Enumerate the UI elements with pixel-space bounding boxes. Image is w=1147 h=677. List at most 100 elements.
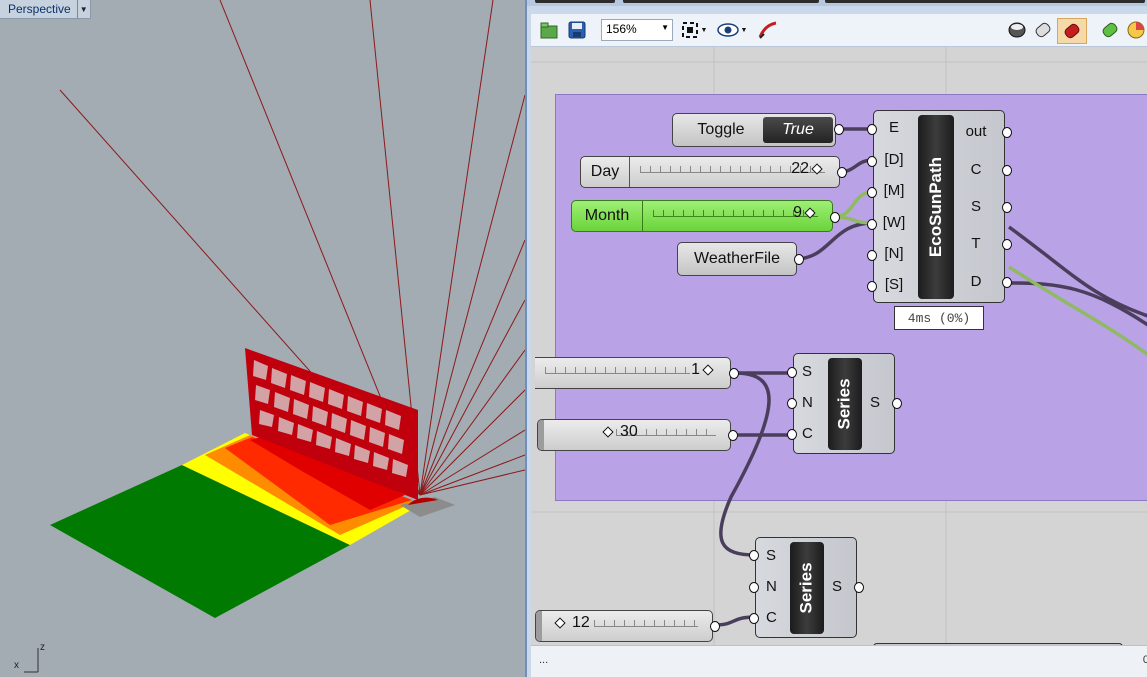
slider-thirty-value: 30 xyxy=(620,423,638,440)
preview-eye-icon[interactable]: ▼ xyxy=(715,18,749,42)
month-slider-label: Month xyxy=(572,201,643,231)
n-input-grip[interactable] xyxy=(867,250,877,261)
series-bottom-input-n[interactable]: N xyxy=(766,578,777,595)
preview-selected-icon[interactable] xyxy=(1057,18,1087,44)
axis-x-label: x xyxy=(14,660,19,671)
month-slider-value: 9 xyxy=(793,204,802,221)
series-bottom-s-grip[interactable] xyxy=(749,550,759,561)
slider-one-output-grip[interactable] xyxy=(729,368,739,379)
slider-thirty-output-grip[interactable] xyxy=(728,430,738,441)
input-pin-m[interactable]: [M] xyxy=(874,182,914,199)
d-input-grip[interactable] xyxy=(867,156,877,167)
s-output-grip[interactable] xyxy=(1002,202,1012,213)
series-component-bottom[interactable]: Series S N C S xyxy=(755,537,857,638)
chevron-down-icon[interactable]: ▼ xyxy=(76,0,90,18)
series-bottom-n-grip[interactable] xyxy=(749,582,759,593)
profiler-timing: 4ms (0%) xyxy=(894,306,984,330)
viewport-scene: z x xyxy=(14,0,525,673)
gh-statusbar: ... 0 xyxy=(531,645,1147,677)
day-output-grip[interactable] xyxy=(837,167,847,178)
rhino-viewport[interactable]: z x Perspective ▼ xyxy=(0,0,525,677)
number-slider-one[interactable]: 1 xyxy=(535,357,731,389)
weatherfile-label: WeatherFile xyxy=(694,250,780,267)
zoom-extents-icon[interactable]: ▼ xyxy=(679,18,709,42)
input-pin-n[interactable]: [N] xyxy=(874,245,914,262)
save-file-icon[interactable] xyxy=(565,18,589,42)
e-input-grip[interactable] xyxy=(867,124,877,135)
w-input-grip[interactable] xyxy=(867,219,877,230)
axis-z-label: z xyxy=(40,642,45,653)
series-top-out-grip[interactable] xyxy=(892,398,902,409)
series-top-n-grip[interactable] xyxy=(787,398,797,409)
output-pin-s[interactable]: S xyxy=(960,198,992,215)
slider-one-track[interactable]: 1 xyxy=(535,358,730,388)
input-pin-w[interactable]: [W] xyxy=(874,214,914,231)
day-slider-track[interactable]: 22 xyxy=(630,157,839,187)
d-output-grip[interactable] xyxy=(1002,277,1012,288)
month-output-grip[interactable] xyxy=(830,212,840,223)
slider-handle-icon[interactable] xyxy=(702,364,714,376)
input-pin-d[interactable]: [D] xyxy=(874,151,914,168)
series-top-s-grip[interactable] xyxy=(787,367,797,378)
zoom-value: 156% xyxy=(606,22,637,36)
series-top-input-s[interactable]: S xyxy=(802,363,812,380)
number-slider-thirty[interactable]: 30 xyxy=(537,419,731,451)
series-bottom-out-grip[interactable] xyxy=(854,582,864,593)
weatherfile-output-grip[interactable] xyxy=(794,254,804,265)
preview-wire-icon[interactable] xyxy=(1005,18,1029,42)
output-pin-t[interactable]: T xyxy=(960,235,992,252)
output-pin-c[interactable]: C xyxy=(960,161,992,178)
series-bottom-input-s[interactable]: S xyxy=(766,547,776,564)
series-top-input-c[interactable]: C xyxy=(802,425,813,442)
bake-icon[interactable] xyxy=(1097,18,1123,42)
output-pin-out[interactable]: out xyxy=(960,123,992,140)
series-bottom-c-grip[interactable] xyxy=(749,613,759,624)
series-bottom-input-c[interactable]: C xyxy=(766,609,777,626)
c-output-grip[interactable] xyxy=(1002,165,1012,176)
month-slider[interactable]: Month 9 xyxy=(571,200,833,232)
series-top-input-n[interactable]: N xyxy=(802,394,813,411)
slider-handle-icon[interactable] xyxy=(554,617,566,629)
slider-handle-icon[interactable] xyxy=(602,426,614,438)
month-slider-track[interactable]: 9 xyxy=(643,201,832,231)
sketch-icon[interactable] xyxy=(755,18,781,42)
series-component-top[interactable]: Series S N C S xyxy=(793,353,895,454)
series-bottom-output-s[interactable]: S xyxy=(832,578,842,595)
day-slider[interactable]: Day 22 xyxy=(580,156,840,188)
status-right-text: 0 xyxy=(1143,654,1147,666)
output-pin-d[interactable]: D xyxy=(960,273,992,290)
weatherfile-param[interactable]: WeatherFile xyxy=(677,242,797,276)
zoom-dropdown[interactable]: 156% ▼ xyxy=(601,19,673,41)
open-file-icon[interactable] xyxy=(537,18,561,42)
viewport-title[interactable]: Perspective xyxy=(0,0,77,18)
m-input-grip[interactable] xyxy=(867,187,877,198)
number-slider-twelve[interactable]: 12 xyxy=(535,610,713,642)
input-pin-e[interactable]: E xyxy=(874,119,914,136)
s-input-grip[interactable] xyxy=(867,281,877,292)
settings-icon[interactable] xyxy=(1125,18,1147,42)
slider-twelve-output-grip[interactable] xyxy=(710,621,720,632)
series-top-core[interactable]: Series xyxy=(828,358,862,450)
preview-shaded-icon[interactable] xyxy=(1031,18,1055,42)
series-top-c-grip[interactable] xyxy=(787,429,797,440)
input-pin-s[interactable]: [S] xyxy=(874,276,914,293)
slider-twelve-track[interactable]: 12 xyxy=(536,611,712,641)
toggle-output-grip[interactable] xyxy=(834,124,844,135)
day-slider-value: 22 xyxy=(791,160,809,177)
toggle-value[interactable]: True xyxy=(763,117,833,143)
gh-toolbar: 156% ▼ ▼ ▼ xyxy=(531,14,1147,47)
ecosunpath-component[interactable]: EcoSunPath E [D] [M] [W] [N] [S] out C S… xyxy=(873,110,1005,303)
series-bottom-core[interactable]: Series xyxy=(790,542,824,634)
toggle-label: Toggle xyxy=(697,121,745,138)
series-top-output-s[interactable]: S xyxy=(870,394,880,411)
gh-canvas[interactable]: Toggle True Day 22 Month 9 WeatherFile E… xyxy=(531,47,1147,645)
toggle-param[interactable]: Toggle True xyxy=(672,113,836,147)
ecosunpath-core[interactable]: EcoSunPath xyxy=(918,115,954,299)
slider-thirty-track[interactable]: 30 xyxy=(538,420,730,450)
day-slider-label: Day xyxy=(581,157,630,187)
out-output-grip[interactable] xyxy=(1002,127,1012,138)
viewport-title-tab[interactable]: Perspective ▼ xyxy=(0,0,91,19)
t-output-grip[interactable] xyxy=(1002,239,1012,250)
axis-widget xyxy=(24,648,39,673)
grasshopper-window: 156% ▼ ▼ ▼ Toggle True Day 22 Month 9 We… xyxy=(525,0,1147,677)
